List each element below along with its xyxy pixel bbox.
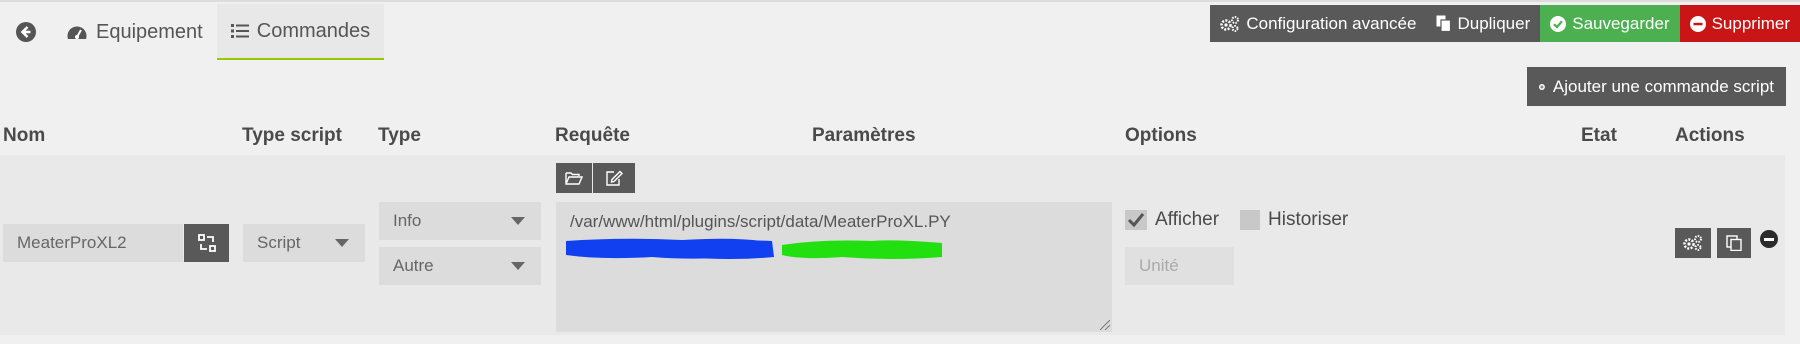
select-command-button[interactable]	[184, 224, 229, 262]
edit-icon	[606, 170, 623, 186]
advanced-config-label: Configuration avancée	[1246, 13, 1417, 33]
type-select[interactable]: Info	[379, 202, 541, 240]
plus-circle-icon	[1539, 83, 1545, 90]
add-script-command-label: Ajouter une commande script	[1552, 76, 1774, 96]
unit-placeholder: Unité	[1139, 256, 1179, 275]
header-state: Etat	[1581, 125, 1617, 146]
header-type: Type	[378, 125, 421, 146]
command-copy-button[interactable]	[1717, 228, 1751, 258]
script-type-value: Script	[257, 233, 301, 252]
type-value: Info	[393, 211, 422, 230]
check-icon	[1125, 210, 1147, 230]
duplicate-label: Dupliquer	[1457, 13, 1531, 33]
copy-icon	[1436, 15, 1452, 32]
script-type-select[interactable]: Script	[243, 224, 365, 262]
unit-input[interactable]: Unité	[1125, 247, 1234, 285]
cogs-icon	[1683, 235, 1702, 251]
resize-handle-icon[interactable]	[1100, 320, 1110, 330]
caret-down-icon	[335, 239, 349, 247]
header-request: Requête	[555, 125, 630, 146]
add-script-command-button[interactable]: Ajouter une commande script	[1527, 67, 1786, 106]
caret-down-icon	[511, 217, 525, 225]
arrow-circle-left-icon	[16, 22, 36, 42]
historiser-checkbox[interactable]: Historiser	[1240, 209, 1348, 231]
top-divider	[0, 0, 1800, 2]
afficher-checkbox[interactable]: Afficher	[1125, 209, 1219, 231]
subtype-select[interactable]: Autre	[379, 247, 541, 285]
request-text: /var/www/html/plugins/script/data/Meater…	[570, 212, 951, 231]
tab-equipement-label: Equipement	[96, 20, 203, 43]
edit-script-button[interactable]	[593, 163, 635, 193]
header-actions: Actions	[1675, 125, 1745, 146]
check-circle-icon	[1550, 15, 1567, 32]
command-name-input[interactable]: MeaterProXL2	[3, 224, 183, 262]
command-config-button[interactable]	[1675, 228, 1711, 258]
remove-command-icon[interactable]	[1760, 230, 1778, 248]
delete-label: Supprimer	[1711, 13, 1790, 33]
historiser-label: Historiser	[1268, 209, 1349, 230]
header-script-type: Type script	[242, 125, 342, 146]
tab-commandes-label: Commandes	[256, 19, 371, 42]
equipment-action-bar: Configuration avancée Dupliquer Sauvegar…	[1210, 5, 1800, 42]
tab-bar: Equipement Commandes	[0, 4, 385, 60]
back-button[interactable]	[0, 4, 52, 60]
save-button[interactable]: Sauvegarder	[1540, 5, 1680, 42]
save-label: Sauvegarder	[1572, 13, 1670, 33]
folder-open-icon	[565, 172, 583, 185]
delete-button[interactable]: Supprimer	[1679, 5, 1800, 42]
duplicate-button[interactable]: Dupliquer	[1426, 5, 1541, 42]
tab-equipement[interactable]: Equipement	[52, 4, 217, 60]
tachometer-icon	[66, 23, 88, 41]
cogs-icon	[1220, 15, 1240, 32]
tab-commandes[interactable]: Commandes	[216, 4, 385, 60]
exchange-icon	[197, 234, 216, 252]
minus-circle-icon	[1689, 15, 1706, 32]
caret-down-icon	[511, 262, 525, 270]
redacted-area	[566, 238, 942, 259]
advanced-config-button[interactable]: Configuration avancée	[1210, 5, 1427, 42]
request-textarea[interactable]: /var/www/html/plugins/script/data/Meater…	[556, 202, 1112, 332]
subtype-value: Autre	[393, 256, 434, 275]
header-name: Nom	[3, 125, 46, 146]
header-options: Options	[1125, 125, 1197, 146]
list-icon	[230, 23, 249, 39]
afficher-label: Afficher	[1155, 209, 1220, 230]
browse-script-button[interactable]	[556, 163, 592, 193]
command-name-value: MeaterProXL2	[17, 233, 127, 252]
header-parameters: Paramètres	[812, 125, 916, 146]
copy-icon	[1726, 235, 1742, 251]
checkbox-box	[1240, 210, 1260, 230]
